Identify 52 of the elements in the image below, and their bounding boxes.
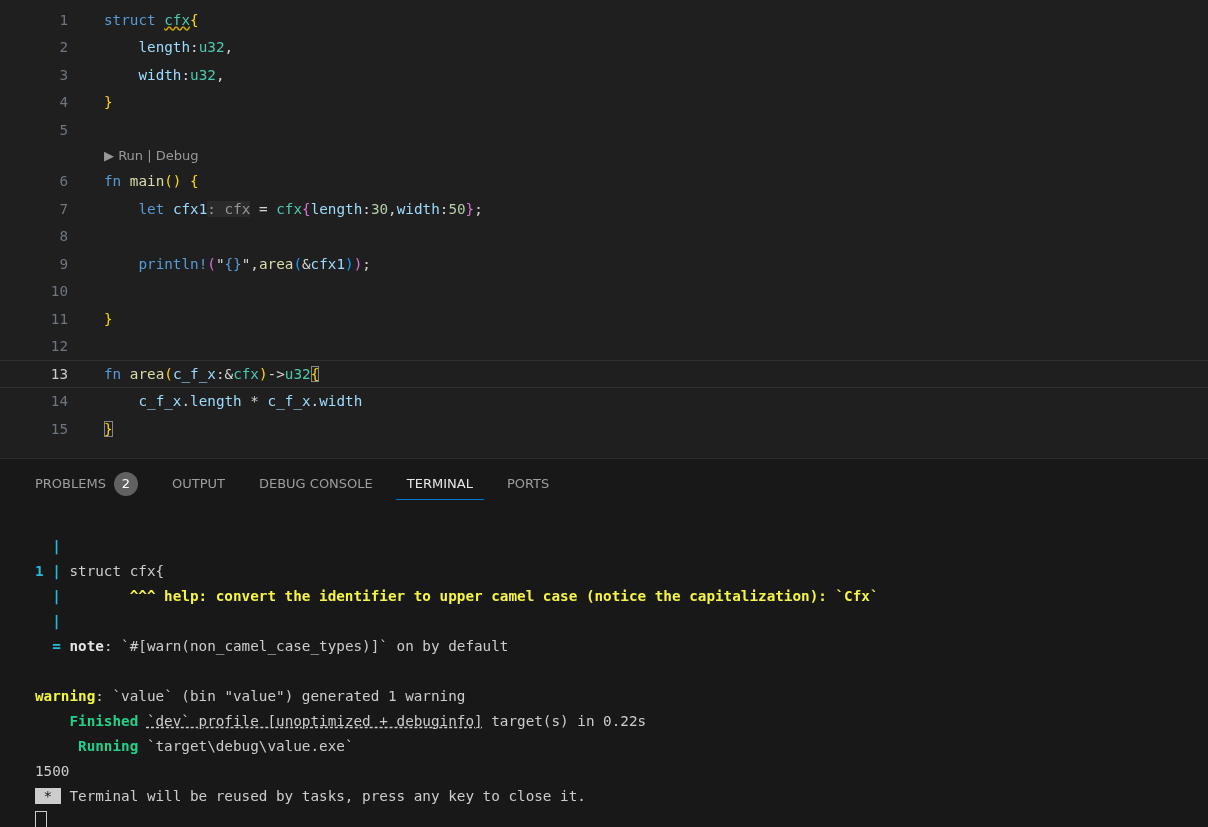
terminal-text: Terminal will be reused by tasks, press any key to close it. xyxy=(68,787,586,804)
code-line: let cfx1: cfx = cfx{length:30,width:50}; xyxy=(137,200,483,217)
line-number: 13 xyxy=(49,365,68,382)
code-line: struct cfx{ xyxy=(104,11,199,28)
line-number: 8 xyxy=(58,228,68,245)
code-line: } xyxy=(104,310,113,327)
line-number: 5 xyxy=(58,121,68,138)
terminal-text: note xyxy=(68,637,104,654)
line-number: 11 xyxy=(49,310,68,327)
line-number: 2 xyxy=(58,39,68,56)
panel-tab[interactable]: PORTS xyxy=(495,470,561,500)
codelens-link[interactable]: ▶ Run | Debug xyxy=(104,148,199,163)
line-number: 7 xyxy=(58,200,68,217)
panel-tab[interactable]: PROBLEMS 2 xyxy=(24,465,149,505)
terminal-text: | xyxy=(51,612,61,629)
terminal-text: warning xyxy=(35,687,96,704)
terminal-text: | xyxy=(51,587,61,604)
terminal-text: ^^^ help: convert the identifier to upper camel case (notice the capitalization): `Cfx` xyxy=(128,587,879,604)
panel-tab[interactable]: DEBUG CONSOLE xyxy=(247,470,384,500)
terminal-text: Running xyxy=(77,737,139,754)
terminal-text: `dev` profile [unoptimized + debuginfo] xyxy=(146,712,483,729)
line-number: 1 xyxy=(58,11,68,28)
code-line: fn main() { xyxy=(104,173,199,190)
code-line: fn area(c_f_x:&cfx)->u32{ xyxy=(104,365,320,382)
code-line: length:u32, xyxy=(137,39,234,56)
panel-tab[interactable]: OUTPUT xyxy=(160,470,236,500)
code-line: width:u32, xyxy=(137,66,225,83)
line-number: 14 xyxy=(49,393,68,410)
count-badge: 2 xyxy=(113,471,138,496)
terminal-text: 1 | xyxy=(35,562,61,579)
terminal-text: Finished xyxy=(68,712,140,729)
code-line: } xyxy=(104,420,113,437)
line-number: 6 xyxy=(58,173,68,190)
line-number: 9 xyxy=(58,255,68,272)
code-line: } xyxy=(104,94,113,111)
line-number: 4 xyxy=(58,94,68,111)
terminal-text: target(s) in 0.22s xyxy=(490,712,647,729)
panel-tab[interactable]: TERMINAL xyxy=(395,470,484,500)
terminal-text: | xyxy=(51,537,61,554)
terminal-text: struct cfx{ xyxy=(68,562,165,579)
terminal-text: : `#[warn(non_camel_case_types)]` on by default xyxy=(103,637,509,654)
line-number: 15 xyxy=(49,420,68,437)
code-line: println!("{}",area(&cfx1)); xyxy=(137,255,371,272)
terminal-text: `target\debug\value.exe` xyxy=(145,737,354,754)
line-number: 3 xyxy=(58,66,68,83)
line-number: 10 xyxy=(49,283,68,300)
line-number: 12 xyxy=(49,338,68,355)
terminal-text: = xyxy=(51,637,61,654)
terminal-text: 1500 xyxy=(35,762,70,779)
terminal-prompt-marker: * xyxy=(35,787,61,804)
code-line: c_f_x.length * c_f_x.width xyxy=(137,393,363,410)
terminal-text: : `value` (bin "value") generated 1 warning xyxy=(95,687,466,704)
